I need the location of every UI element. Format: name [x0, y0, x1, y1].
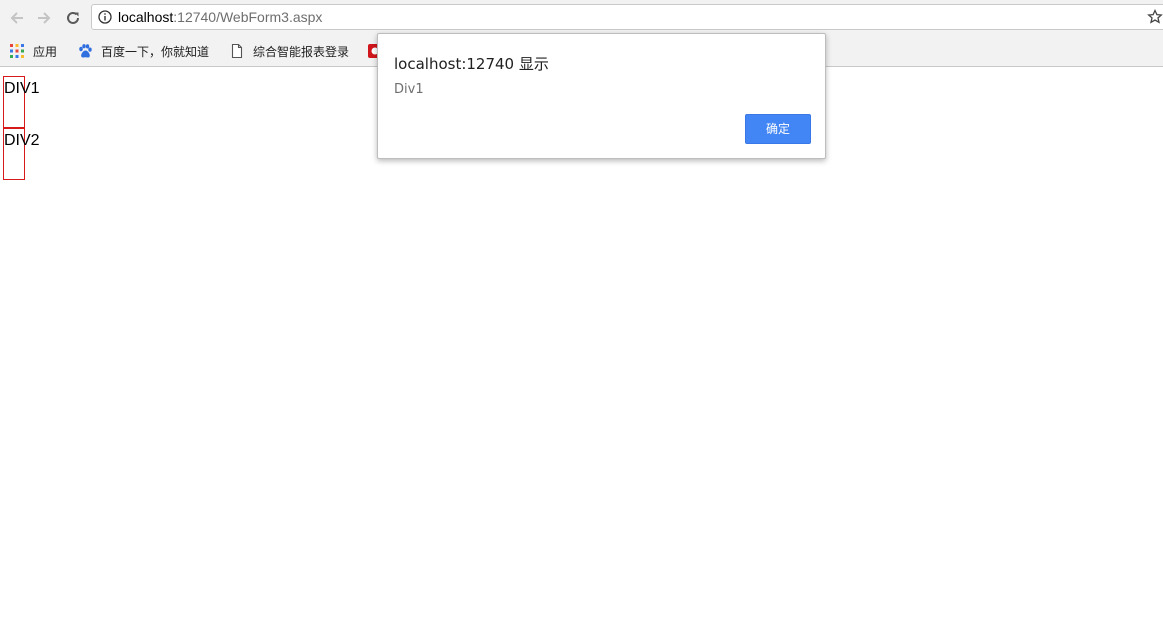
- reload-icon: [67, 11, 79, 24]
- baidu-paw-icon: [79, 44, 92, 58]
- ok-button[interactable]: 确定: [745, 114, 811, 144]
- browser-toolbar: localhost:12740/WebForm3.aspx: [0, 0, 1163, 36]
- dialog-title: localhost:12740 显示: [394, 55, 549, 73]
- bookmark-report-login[interactable]: 综合智能报表登录: [229, 42, 349, 60]
- arrow-right-icon: [38, 12, 51, 24]
- bookmark-label: 百度一下，你就知道: [101, 44, 210, 59]
- bookmark-baidu[interactable]: 百度一下，你就知道: [77, 42, 209, 60]
- bookmark-apps[interactable]: 应用: [9, 42, 57, 60]
- apps-grid-icon: [10, 44, 24, 58]
- browser-window: localhost:12740/WebForm3.aspx 应用 百度一下，你就…: [0, 0, 1163, 620]
- info-icon[interactable]: [98, 10, 112, 24]
- address-bar[interactable]: localhost:12740/WebForm3.aspx: [91, 4, 1163, 30]
- div1-label: DIV1: [4, 80, 40, 97]
- forward-button[interactable]: [33, 7, 55, 29]
- alert-dialog: localhost:12740 显示 Div1 确定: [377, 33, 826, 159]
- url-text[interactable]: localhost:12740/WebForm3.aspx: [118, 8, 322, 26]
- bookmark-star-icon[interactable]: [1147, 9, 1163, 25]
- reload-button[interactable]: [62, 7, 84, 29]
- bookmark-label: 综合智能报表登录: [253, 44, 350, 59]
- div2-box[interactable]: DIV2: [3, 128, 40, 180]
- url-host: localhost: [118, 9, 174, 25]
- bookmark-label: 应用: [33, 44, 58, 59]
- dialog-message: Div1: [394, 82, 424, 97]
- arrow-left-icon: [10, 12, 23, 24]
- page-icon: [231, 43, 243, 59]
- url-path: :12740/WebForm3.aspx: [173, 9, 323, 25]
- back-button[interactable]: [6, 7, 28, 29]
- div1-box[interactable]: DIV1: [3, 76, 40, 128]
- div2-label: DIV2: [4, 132, 40, 149]
